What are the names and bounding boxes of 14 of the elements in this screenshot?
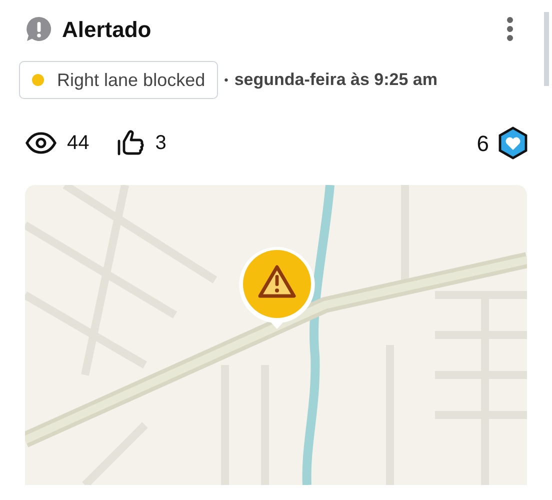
scroll-bar[interactable] — [544, 12, 549, 86]
more-options-icon[interactable] — [506, 17, 514, 41]
alert-icon — [25, 16, 53, 42]
tag-label: Right lane blocked — [57, 68, 206, 92]
alert-title: Alertado — [62, 16, 152, 44]
points-count: 6 — [476, 130, 489, 158]
eye-icon — [25, 132, 57, 154]
separator-dot: • — [224, 72, 228, 89]
view-count: 44 — [67, 131, 90, 156]
thumbs-up-icon[interactable] — [117, 129, 146, 157]
warning-pin-icon — [237, 245, 317, 331]
report-time: segunda-feira às 9:25 am — [234, 69, 438, 92]
like-count: 3 — [155, 131, 166, 156]
heart-badge-icon — [497, 126, 529, 160]
